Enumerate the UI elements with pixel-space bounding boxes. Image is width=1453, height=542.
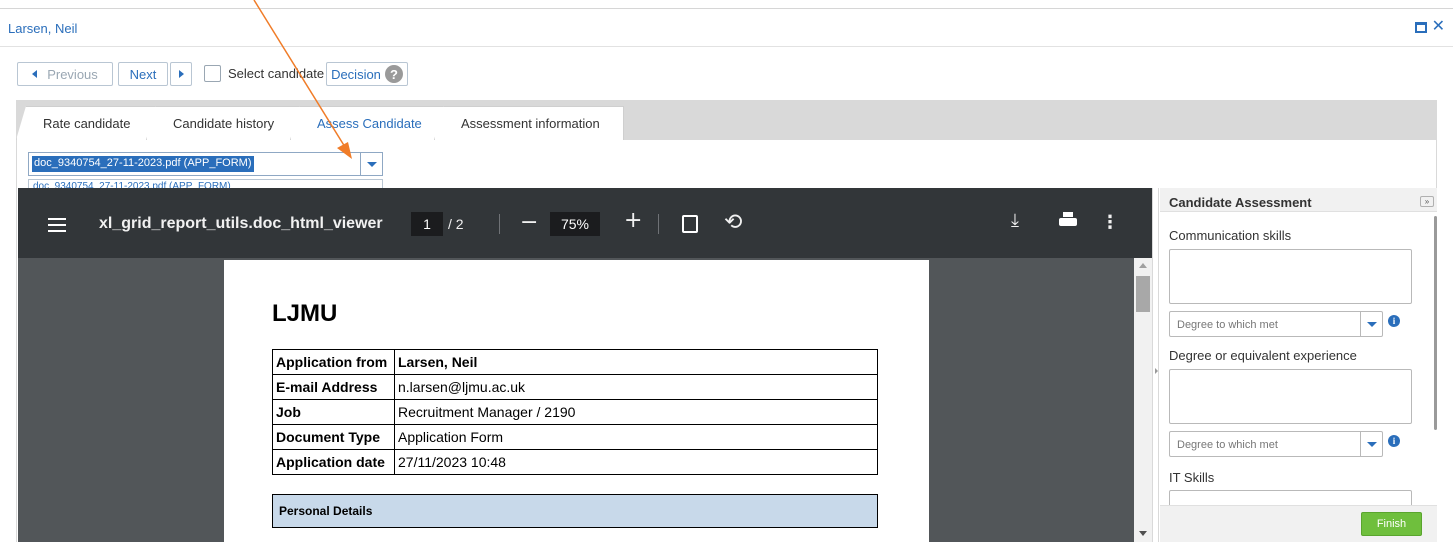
collapse-icon[interactable]: » xyxy=(1420,196,1434,207)
info-icon[interactable]: i xyxy=(1388,435,1400,447)
scroll-down-icon[interactable] xyxy=(1139,531,1147,536)
select-placeholder: Degree to which met xyxy=(1177,319,1278,331)
previous-button[interactable]: Previous xyxy=(17,62,113,86)
tab-candidate-history[interactable]: Candidate history xyxy=(146,106,306,140)
window-title: Larsen, Neil xyxy=(8,21,78,36)
pdf-toolbar: xl_grid_report_utils.doc_html_viewer 1 /… xyxy=(18,188,1152,258)
chevron-down-icon xyxy=(366,161,377,167)
table-value: n.larsen@ljmu.ac.uk xyxy=(394,374,878,400)
degree-experience-notes[interactable] xyxy=(1169,369,1412,424)
table-row: E-mail Address n.larsen@ljmu.ac.uk xyxy=(272,374,878,400)
select-candidate-checkbox[interactable] xyxy=(204,65,221,82)
table-row: Application from Larsen, Neil xyxy=(272,349,878,375)
decision-button[interactable]: Decision ? xyxy=(326,62,408,86)
print-icon[interactable] xyxy=(1059,212,1077,228)
next-button[interactable]: Next xyxy=(118,62,168,86)
zoom-level-input[interactable]: 75% xyxy=(550,212,600,236)
communication-skills-select[interactable]: Degree to which met xyxy=(1169,311,1383,337)
download-icon[interactable]: ⤓ xyxy=(1011,210,1019,231)
info-icon[interactable]: i xyxy=(1388,315,1400,327)
zoom-in-icon[interactable]: + xyxy=(624,208,642,233)
table-value: Larsen, Neil xyxy=(394,349,878,375)
scrollbar-thumb[interactable] xyxy=(1136,276,1150,312)
close-icon[interactable]: ✕ xyxy=(1432,19,1445,35)
table-key: Document Type xyxy=(272,424,395,450)
criterion-label: IT Skills xyxy=(1169,470,1215,485)
more-options-icon[interactable]: ⋮ xyxy=(1101,212,1119,233)
dropdown-arrow[interactable] xyxy=(1360,432,1382,456)
fit-page-icon[interactable] xyxy=(682,215,698,233)
tab-rate-candidate[interactable]: Rate candidate xyxy=(16,106,162,140)
table-value: Application Form xyxy=(394,424,878,450)
panel-splitter[interactable] xyxy=(1152,188,1159,542)
table-key: Job xyxy=(272,399,395,425)
panel-header: Candidate Assessment » xyxy=(1160,188,1437,212)
table-key: E-mail Address xyxy=(272,374,395,400)
dropdown-arrow[interactable] xyxy=(1360,312,1382,336)
window-controls: ✕ xyxy=(1414,19,1445,35)
ljmu-logo-text: LJMU xyxy=(272,300,338,327)
panel-scrollbar[interactable] xyxy=(1434,216,1437,430)
tab-label: Candidate history xyxy=(173,116,275,131)
chevron-down-icon xyxy=(1366,321,1377,327)
toolbar-divider xyxy=(499,214,500,234)
pdf-title: xl_grid_report_utils.doc_html_viewer xyxy=(99,215,383,232)
toolbar-divider xyxy=(658,214,659,234)
next-label: Next xyxy=(129,66,157,82)
decision-label: Decision xyxy=(331,66,381,82)
table-row: Document Type Application Form xyxy=(272,424,878,450)
maximize-icon[interactable] xyxy=(1414,21,1427,33)
degree-experience-select[interactable]: Degree to which met xyxy=(1169,431,1383,457)
table-row: Application date 27/11/2023 10:48 xyxy=(272,449,878,475)
window-title-bar: Larsen, Neil ✕ xyxy=(0,9,1453,47)
tab-label: Assessment information xyxy=(461,116,600,131)
page-number-input[interactable]: 1 xyxy=(411,212,443,236)
tab-strip: Rate candidate Candidate history Assess … xyxy=(16,100,1437,140)
select-placeholder: Degree to which met xyxy=(1177,439,1278,451)
tab-label: Assess Candidate xyxy=(317,116,422,131)
chevron-down-icon xyxy=(1366,441,1377,447)
next-arrow-button[interactable] xyxy=(170,62,192,86)
help-icon: ? xyxy=(384,65,403,83)
table-key: Application from xyxy=(272,349,395,375)
document-select[interactable]: doc_9340754_27-11-2023.pdf (APP_FORM) xyxy=(28,152,383,176)
communication-skills-notes[interactable] xyxy=(1169,249,1412,304)
pdf-page: LJMU Application from Larsen, Neil E-mai… xyxy=(224,260,929,542)
previous-label: Previous xyxy=(47,66,98,82)
chevron-left-icon xyxy=(32,70,38,78)
scroll-up-icon[interactable] xyxy=(1139,263,1147,268)
rotate-icon[interactable]: ⟲ xyxy=(724,210,742,235)
candidate-assessment-panel: Candidate Assessment » Communication ski… xyxy=(1160,188,1437,542)
dropdown-arrow[interactable] xyxy=(360,153,382,175)
application-summary-table: Application from Larsen, Neil E-mail Add… xyxy=(272,349,878,475)
document-select-value: doc_9340754_27-11-2023.pdf (APP_FORM) xyxy=(32,156,254,172)
page-total: / 2 xyxy=(448,216,464,232)
panel-footer: Finish xyxy=(1160,505,1437,542)
chevron-right-icon xyxy=(178,70,184,78)
select-candidate-label: Select candidate xyxy=(228,66,325,81)
tab-assess-candidate[interactable]: Assess Candidate xyxy=(290,106,450,140)
tab-label: Rate candidate xyxy=(43,116,131,131)
splitter-handle-icon xyxy=(1155,368,1158,374)
criterion-label: Communication skills xyxy=(1169,228,1292,243)
menu-icon[interactable] xyxy=(48,218,66,232)
panel-title: Candidate Assessment xyxy=(1169,195,1312,210)
finish-button[interactable]: Finish xyxy=(1361,512,1422,536)
tab-assessment-information[interactable]: Assessment information xyxy=(434,106,624,140)
table-value: Recruitment Manager / 2190 xyxy=(394,399,878,425)
viewer-scrollbar[interactable] xyxy=(1134,258,1152,542)
section-header: Personal Details xyxy=(272,494,878,528)
table-value: 27/11/2023 10:48 xyxy=(394,449,878,475)
table-key: Application date xyxy=(272,449,395,475)
table-row: Job Recruitment Manager / 2190 xyxy=(272,399,878,425)
criterion-label: Degree or equivalent experience xyxy=(1169,348,1357,363)
pdf-viewer: xl_grid_report_utils.doc_html_viewer 1 /… xyxy=(18,188,1152,542)
zoom-out-icon[interactable]: − xyxy=(520,210,538,235)
